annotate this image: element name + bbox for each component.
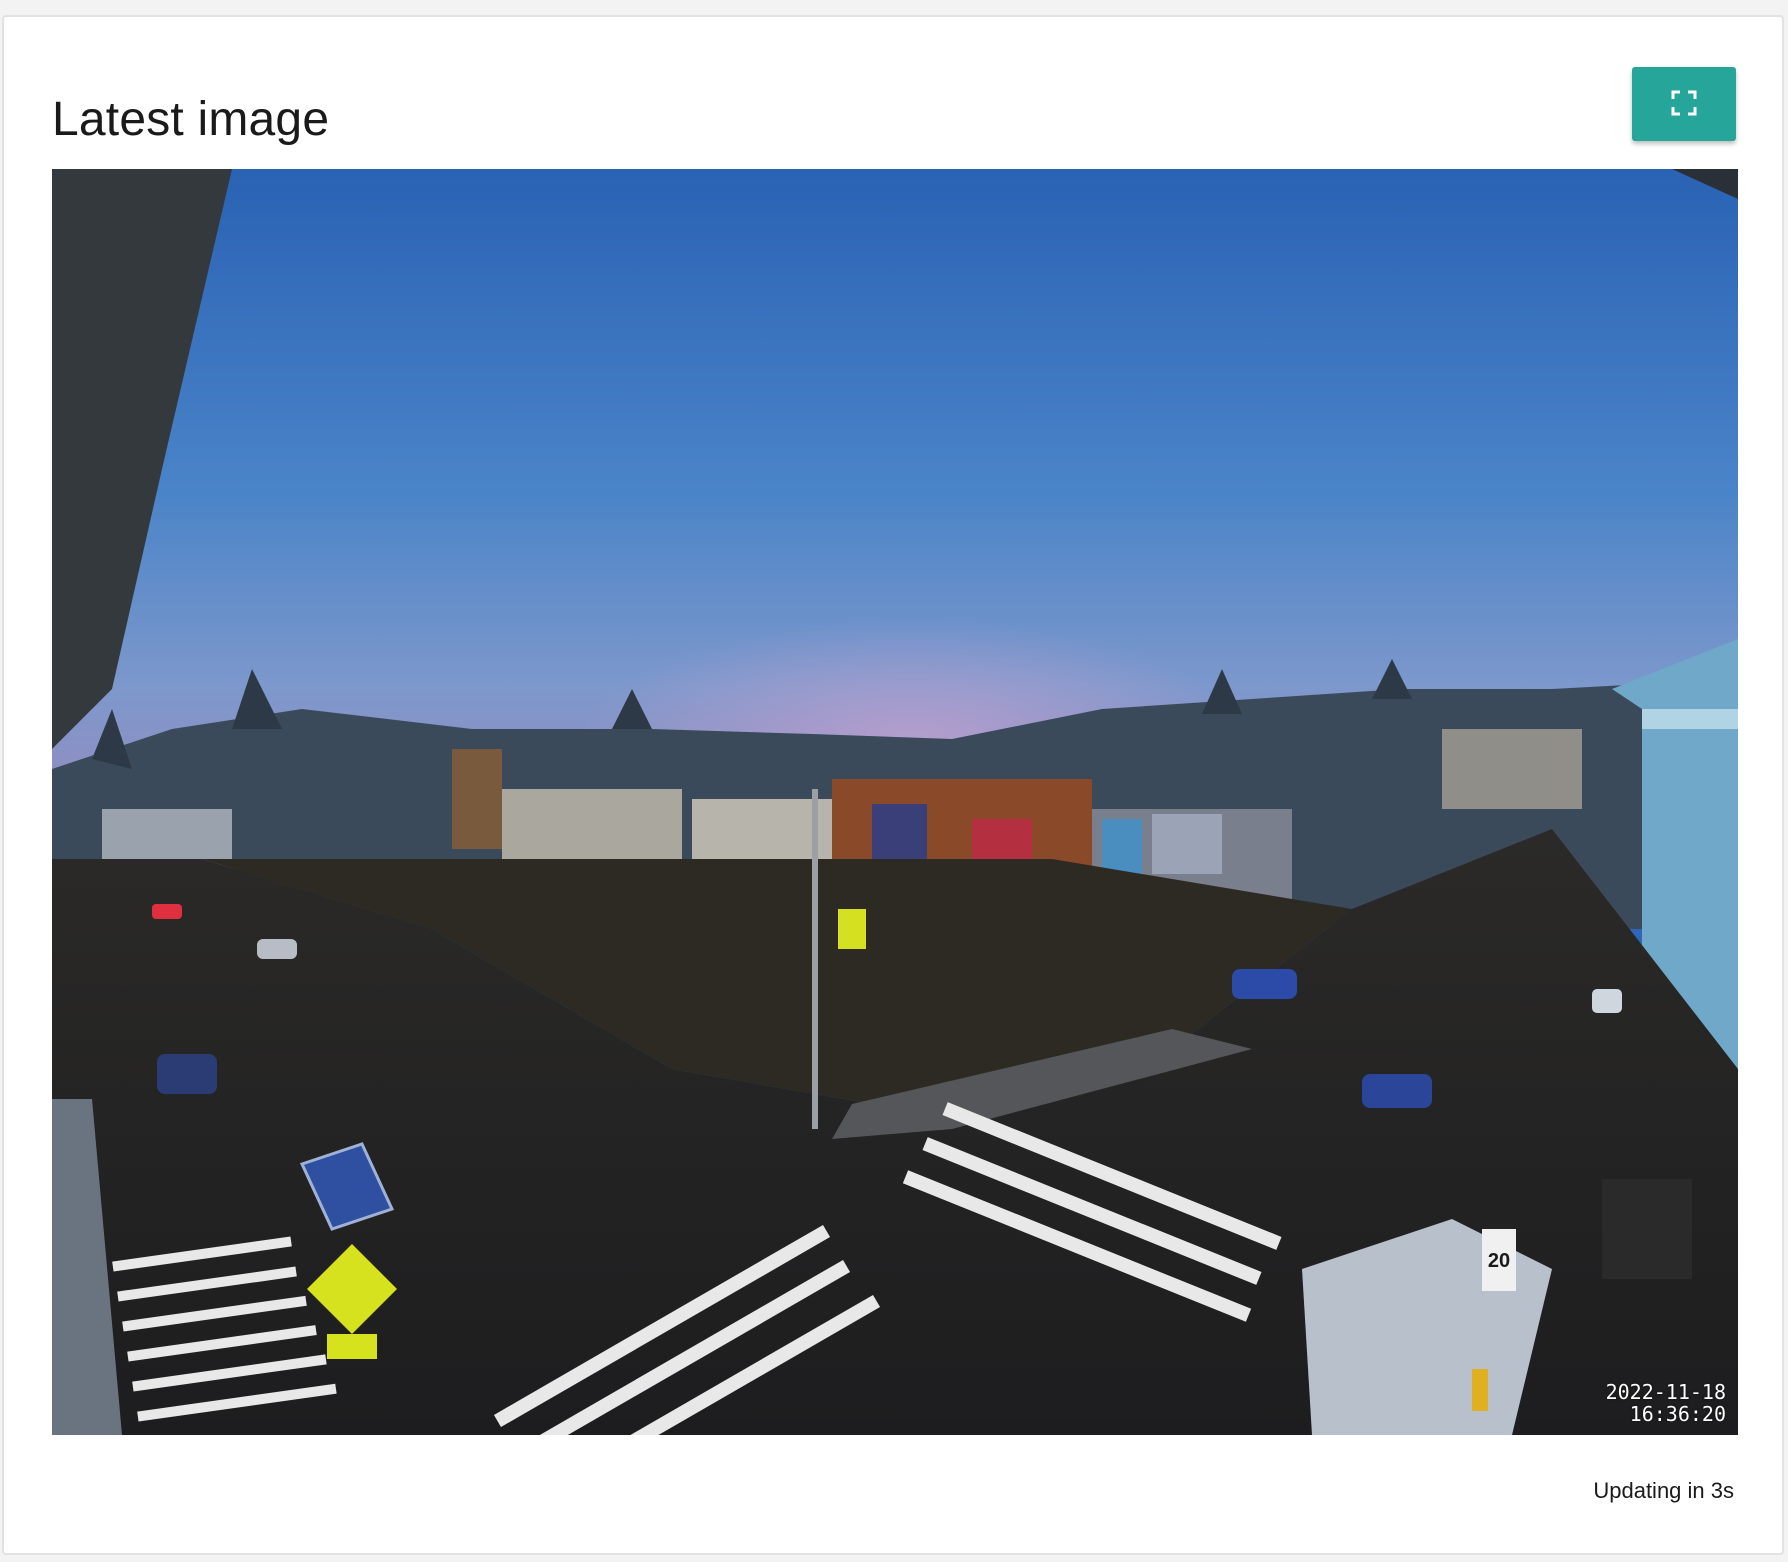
street-light-pole bbox=[812, 789, 818, 1129]
foreground-roof bbox=[1642, 709, 1738, 729]
image-timestamp: 2022-11-18 16:36:20 bbox=[1606, 1381, 1726, 1425]
car-blue-2 bbox=[1362, 1074, 1432, 1108]
mural-colorful-2 bbox=[1152, 814, 1222, 874]
brick-tower bbox=[452, 749, 502, 849]
car-white-right bbox=[1592, 989, 1622, 1013]
apartment-right bbox=[1442, 729, 1582, 809]
car-parked-right bbox=[1602, 1179, 1692, 1279]
car-taillights bbox=[152, 904, 182, 919]
update-countdown: Updating in 3s bbox=[1593, 1478, 1734, 1503]
house-center bbox=[692, 799, 832, 859]
fire-hydrant bbox=[1472, 1369, 1488, 1411]
school-sign-small bbox=[838, 909, 866, 949]
house-center-left bbox=[502, 789, 682, 859]
school-arrow-sign bbox=[327, 1334, 377, 1359]
speed-limit-value: 20 bbox=[1488, 1250, 1510, 1272]
car-blue bbox=[1232, 969, 1297, 999]
car-silver bbox=[257, 939, 297, 959]
fullscreen-icon bbox=[1671, 90, 1697, 119]
fullscreen-button[interactable] bbox=[1632, 67, 1736, 141]
timestamp-time: 16:36:20 bbox=[1629, 1402, 1726, 1426]
latest-image-card: Latest image 20 2022-11-18 16:36:20 Upda… bbox=[2, 15, 1784, 1555]
camera-image[interactable]: 20 2022-11-18 16:36:20 bbox=[52, 169, 1738, 1435]
card-title: Latest image bbox=[52, 93, 330, 146]
timestamp-date: 2022-11-18 bbox=[1605, 1380, 1726, 1404]
camera-scene: 20 bbox=[52, 169, 1738, 1435]
car-dark bbox=[157, 1054, 217, 1094]
